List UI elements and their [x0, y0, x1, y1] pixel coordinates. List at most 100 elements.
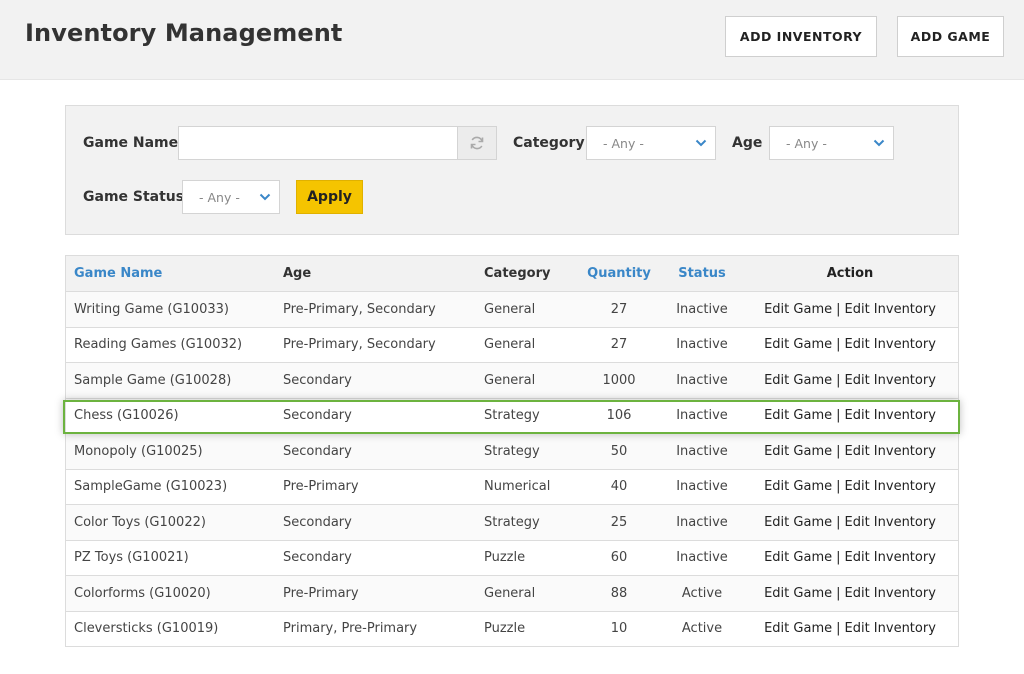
- cell-action: Edit Game | Edit Inventory: [750, 399, 950, 434]
- cell-age: Secondary: [283, 514, 352, 530]
- action-separator: |: [836, 550, 841, 566]
- cell-game-name: Monopoly (G10025): [74, 443, 203, 459]
- cell-game-name: Sample Game (G10028): [74, 372, 232, 388]
- cell-status: Inactive: [676, 337, 728, 353]
- game-status-select-value: - Any -: [199, 189, 240, 205]
- cell-age: Pre-Primary, Secondary: [283, 301, 436, 317]
- action-separator: |: [836, 301, 841, 317]
- cell-action: Edit Game | Edit Inventory: [750, 328, 950, 363]
- cell-quantity: 50: [610, 443, 628, 459]
- edit-inventory-link[interactable]: Edit Inventory: [845, 621, 936, 636]
- refresh-icon: [470, 136, 484, 150]
- edit-inventory-link[interactable]: Edit Inventory: [845, 586, 936, 601]
- edit-game-link[interactable]: Edit Game: [764, 302, 832, 317]
- table-row: Cleversticks (G10019) Primary, Pre-Primar…: [66, 611, 958, 647]
- add-game-button[interactable]: ADD GAME: [897, 16, 1004, 57]
- game-name-input[interactable]: [178, 126, 458, 160]
- header-status[interactable]: Status: [662, 256, 742, 291]
- cell-game-name: Writing Game (G10033): [74, 301, 229, 317]
- edit-game-link[interactable]: Edit Game: [764, 408, 832, 423]
- cell-action: Edit Game | Edit Inventory: [750, 470, 950, 505]
- cell-status: Inactive: [676, 372, 728, 388]
- cell-action: Edit Game | Edit Inventory: [750, 541, 950, 576]
- cell-category: Numerical: [484, 479, 551, 495]
- cell-age: Secondary: [283, 550, 352, 566]
- edit-inventory-link[interactable]: Edit Inventory: [845, 479, 936, 494]
- edit-game-link[interactable]: Edit Game: [764, 479, 832, 494]
- edit-game-link[interactable]: Edit Game: [764, 444, 832, 459]
- header-quantity[interactable]: Quantity: [579, 256, 659, 291]
- table-row: Monopoly (G10025) Secondary Strategy 50 Inac…: [66, 434, 958, 470]
- edit-game-link[interactable]: Edit Game: [764, 621, 832, 636]
- action-separator: |: [836, 585, 841, 601]
- cell-action: Edit Game | Edit Inventory: [750, 363, 950, 398]
- table-row: Reading Games (G10032) Pre-Primary, Secon…: [66, 327, 958, 363]
- table-row: Colorforms (G10020) Pre-Primary General 88 A…: [66, 576, 958, 612]
- action-separator: |: [836, 514, 841, 530]
- table-header-row: Game Name Age Category Quantity Status A…: [66, 256, 958, 292]
- edit-inventory-link[interactable]: Edit Inventory: [845, 337, 936, 352]
- cell-status: Active: [681, 621, 723, 637]
- cell-action: Edit Game | Edit Inventory: [750, 292, 950, 327]
- chevron-down-icon: [873, 139, 885, 147]
- cell-status: Inactive: [676, 550, 728, 566]
- cell-status: Inactive: [676, 408, 728, 424]
- action-separator: |: [836, 337, 841, 353]
- category-label: Category: [513, 135, 585, 151]
- page-header: Inventory Management ADD INVENTORY ADD G…: [0, 0, 1024, 80]
- edit-game-link[interactable]: Edit Game: [764, 550, 832, 565]
- cell-age: Pre-Primary, Secondary: [283, 337, 436, 353]
- cell-quantity: 27: [610, 337, 628, 353]
- cell-action: Edit Game | Edit Inventory: [750, 576, 950, 611]
- table-row: Chess (G10026) Secondary Strategy 106 Inacti…: [66, 398, 958, 434]
- apply-button[interactable]: Apply: [296, 180, 363, 214]
- header-game-name[interactable]: Game Name: [74, 256, 162, 291]
- edit-inventory-link[interactable]: Edit Inventory: [845, 444, 936, 459]
- cell-status: Inactive: [676, 301, 728, 317]
- cell-game-name: Cleversticks (G10019): [74, 621, 219, 637]
- cell-category: Strategy: [484, 443, 540, 459]
- add-inventory-button[interactable]: ADD INVENTORY: [725, 16, 877, 57]
- cell-category: General: [484, 372, 536, 388]
- edit-inventory-link[interactable]: Edit Inventory: [845, 408, 936, 423]
- cell-category: Strategy: [484, 408, 540, 424]
- category-select[interactable]: - Any -: [586, 126, 716, 160]
- cell-status: Inactive: [676, 479, 728, 495]
- cell-category: General: [484, 585, 536, 601]
- cell-game-name: SampleGame (G10023): [74, 479, 228, 495]
- action-separator: |: [836, 479, 841, 495]
- cell-category: Strategy: [484, 514, 540, 530]
- cell-quantity: 88: [610, 585, 628, 601]
- table-body: Writing Game (G10033) Pre-Primary, Second…: [66, 292, 958, 647]
- edit-game-link[interactable]: Edit Game: [764, 586, 832, 601]
- cell-action: Edit Game | Edit Inventory: [750, 612, 950, 647]
- game-status-select[interactable]: - Any -: [182, 180, 280, 214]
- edit-game-link[interactable]: Edit Game: [764, 373, 832, 388]
- edit-inventory-link[interactable]: Edit Inventory: [845, 302, 936, 317]
- cell-age: Pre-Primary: [283, 479, 359, 495]
- edit-inventory-link[interactable]: Edit Inventory: [845, 515, 936, 530]
- refresh-button[interactable]: [457, 126, 497, 160]
- cell-action: Edit Game | Edit Inventory: [750, 505, 950, 540]
- header-action: Action: [826, 266, 874, 281]
- cell-age: Secondary: [283, 408, 352, 424]
- action-separator: |: [836, 372, 841, 388]
- table-row: PZ Toys (G10021) Secondary Puzzle 60 Inactiv…: [66, 540, 958, 576]
- action-separator: |: [836, 621, 841, 637]
- action-separator: |: [836, 408, 841, 424]
- edit-inventory-link[interactable]: Edit Inventory: [845, 550, 936, 565]
- edit-game-link[interactable]: Edit Game: [764, 515, 832, 530]
- chevron-down-icon: [695, 139, 707, 147]
- cell-quantity: 60: [610, 550, 628, 566]
- cell-category: General: [484, 301, 536, 317]
- cell-age: Primary, Pre-Primary: [283, 621, 418, 637]
- action-separator: |: [836, 443, 841, 459]
- inventory-table: Game Name Age Category Quantity Status A…: [65, 255, 959, 647]
- table-row: Color Toys (G10022) Secondary Strategy 25 In…: [66, 505, 958, 541]
- edit-game-link[interactable]: Edit Game: [764, 337, 832, 352]
- age-select[interactable]: - Any -: [769, 126, 894, 160]
- page-title: Inventory Management: [25, 19, 343, 47]
- edit-inventory-link[interactable]: Edit Inventory: [845, 373, 936, 388]
- category-select-value: - Any -: [603, 135, 644, 151]
- cell-game-name: Colorforms (G10020): [74, 585, 211, 601]
